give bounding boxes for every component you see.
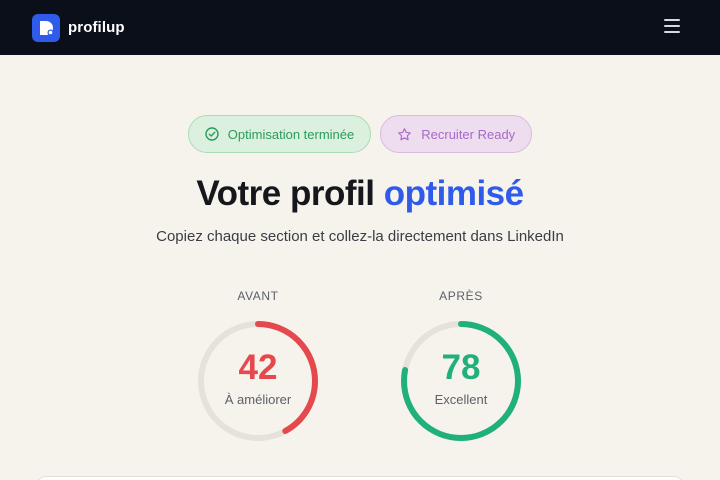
hamburger-menu-icon[interactable] [664, 18, 680, 34]
score-before-label: AVANT [237, 289, 279, 303]
star-icon [397, 127, 412, 142]
check-circle-icon [205, 127, 219, 141]
title-accent: optimisé [383, 174, 524, 213]
section-card [36, 476, 684, 480]
page-subtitle: Copiez chaque section et collez-la direc… [156, 228, 564, 245]
brand-name[interactable]: profilup [68, 19, 125, 36]
badge-label: Recruiter Ready [421, 126, 516, 142]
score-after-gauge: 78 Excellent [398, 318, 524, 444]
top-navigation-bar: profilup [0, 0, 720, 55]
recruiter-ready-badge: Recruiter Ready [380, 115, 533, 153]
score-before: AVANT 42 À améliorer [193, 289, 323, 444]
score-before-gauge: 42 À améliorer [195, 318, 321, 444]
status-badges: Optimisation terminée Recruiter Ready [0, 115, 720, 153]
optimisation-complete-badge: Optimisation terminée [187, 115, 372, 153]
score-after: APRÈS 78 Excellent [396, 289, 526, 444]
score-after-value: 78 [441, 348, 481, 387]
page-title: Votre profil optimisé [0, 174, 720, 214]
score-before-value: 42 [238, 348, 278, 387]
score-before-caption: À améliorer [224, 392, 292, 407]
profilup-logo-icon[interactable] [32, 13, 60, 42]
badge-label: Optimisation terminée [227, 126, 355, 142]
title-main: Votre profil [196, 174, 375, 213]
score-after-caption: Excellent [434, 392, 488, 407]
score-after-label: APRÈS [439, 289, 483, 303]
